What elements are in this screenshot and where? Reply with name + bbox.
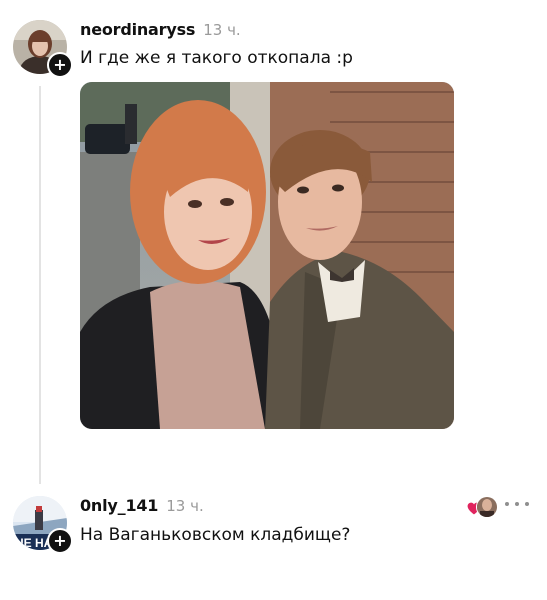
more-dots-icon (515, 502, 519, 506)
thread-connector-line (39, 86, 41, 484)
liker-avatar (476, 496, 498, 518)
comment-photo[interactable] (80, 82, 454, 429)
username[interactable]: neordinaryss (80, 20, 195, 39)
more-options-button[interactable] (505, 497, 529, 511)
more-dots-icon (525, 502, 529, 506)
comment-text: На Ваганьковском кладбище? (80, 525, 351, 545)
comment-text: И где же я такого откопала :p (80, 48, 353, 68)
timestamp: 13 ч. (166, 497, 204, 515)
username[interactable]: 0nly_141 (80, 496, 158, 515)
selfie-image (80, 82, 454, 429)
comment-1-meta: neordinaryss 13 ч. (80, 20, 241, 39)
comment-2-avatar[interactable]: НЕ НАД + (13, 496, 73, 554)
comment-1-avatar[interactable]: + (13, 20, 73, 78)
author-liked-indicator (467, 496, 498, 518)
follow-plus-icon[interactable]: + (47, 52, 73, 78)
comment-2-meta: 0nly_141 13 ч. (80, 496, 204, 515)
timestamp: 13 ч. (203, 21, 241, 39)
follow-plus-icon[interactable]: + (47, 528, 73, 554)
more-dots-icon (505, 502, 509, 506)
